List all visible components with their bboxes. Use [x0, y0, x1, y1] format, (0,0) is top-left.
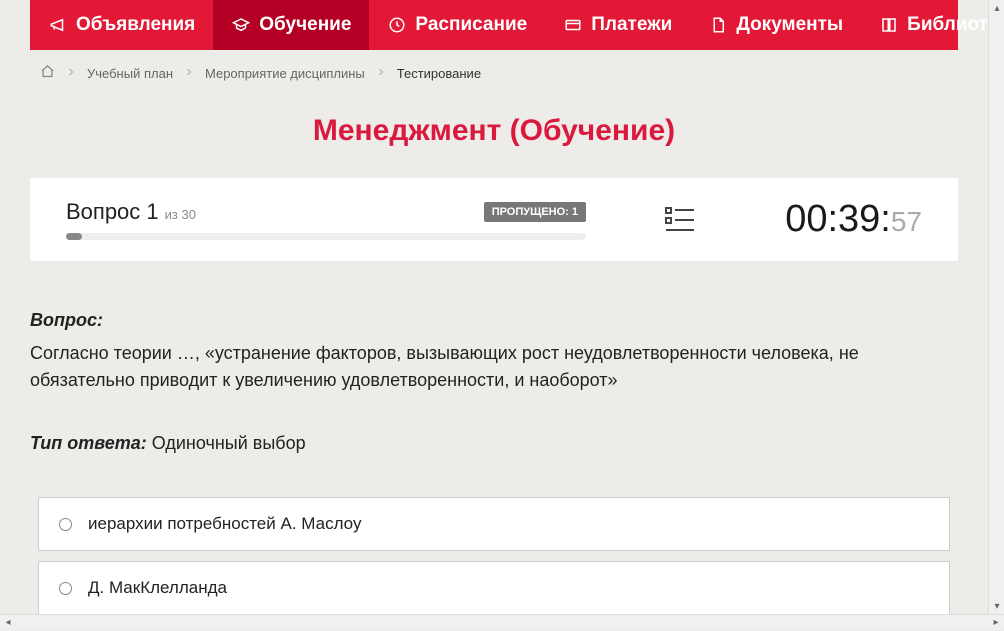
skipped-badge: ПРОПУЩЕНО: 1: [484, 202, 586, 222]
top-nav: Объявления Обучение Расписание Платежи Д…: [30, 0, 958, 50]
answer-option[interactable]: иерархии потребностей А. Маслоу: [38, 497, 950, 551]
question-of: из 30: [165, 207, 196, 222]
nav-label: Расписание: [415, 14, 527, 36]
answer-text: иерархии потребностей А. Маслоу: [88, 514, 361, 534]
question-text: Согласно теории …, «устранение факторов,…: [30, 340, 958, 394]
question-number: Вопрос 1: [66, 199, 159, 225]
status-bar: Вопрос 1 из 30 ПРОПУЩЕНО: 1 00:39:57: [30, 178, 958, 261]
home-icon[interactable]: [40, 64, 55, 82]
scroll-track[interactable]: [16, 615, 988, 630]
progress-fill: [66, 233, 82, 240]
book-icon: [879, 15, 899, 35]
breadcrumb-link[interactable]: Мероприятие дисциплины: [205, 66, 365, 81]
radio-icon[interactable]: [59, 582, 72, 595]
breadcrumb-link[interactable]: Учебный план: [87, 66, 173, 81]
timer-main: 00:39:: [785, 198, 891, 241]
progress-bar: [66, 233, 586, 240]
chevron-right-icon: [375, 66, 387, 81]
page-title: Менеджмент (Обучение): [30, 114, 958, 148]
question-heading: Вопрос:: [30, 307, 958, 334]
vertical-scrollbar[interactable]: ▴ ▾: [988, 0, 1004, 614]
scroll-left-arrow[interactable]: ◂: [0, 615, 16, 631]
breadcrumb-current: Тестирование: [397, 66, 481, 81]
question-list-icon[interactable]: [664, 204, 696, 236]
document-icon: [708, 15, 728, 35]
chevron-right-icon: [183, 66, 195, 81]
nav-item-library[interactable]: Библиотека: [861, 0, 988, 50]
answer-option[interactable]: Д. МакКлелланда: [38, 561, 950, 614]
scroll-right-arrow[interactable]: ▸: [988, 615, 1004, 631]
nav-label: Документы: [736, 14, 843, 36]
nav-item-documents[interactable]: Документы: [690, 0, 861, 50]
nav-item-schedule[interactable]: Расписание: [369, 0, 545, 50]
chevron-right-icon: [65, 66, 77, 81]
clock-icon: [387, 15, 407, 35]
question-body: Вопрос: Согласно теории …, «устранение ф…: [30, 307, 958, 457]
scroll-down-arrow[interactable]: ▾: [989, 598, 1004, 614]
answer-type-value: Одиночный выбор: [152, 433, 306, 453]
answer-list: иерархии потребностей А. Маслоу Д. МакКл…: [30, 497, 958, 614]
nav-label: Библиотека: [907, 14, 988, 36]
megaphone-icon: [48, 15, 68, 35]
answer-text: Д. МакКлелланда: [88, 578, 227, 598]
graduation-icon: [231, 15, 251, 35]
timer-seconds: 57: [891, 206, 922, 238]
breadcrumb: Учебный план Мероприятие дисциплины Тест…: [30, 50, 958, 96]
radio-icon[interactable]: [59, 518, 72, 531]
nav-label: Объявления: [76, 14, 195, 36]
card-icon: [563, 15, 583, 35]
nav-item-learning[interactable]: Обучение: [213, 0, 369, 50]
answer-type-label: Тип ответа:: [30, 433, 147, 453]
scroll-up-arrow[interactable]: ▴: [989, 0, 1004, 16]
nav-item-announcements[interactable]: Объявления: [30, 0, 213, 50]
nav-label: Обучение: [259, 14, 351, 36]
horizontal-scrollbar[interactable]: ◂ ▸: [0, 614, 1004, 630]
timer: 00:39:57: [785, 198, 922, 241]
nav-label: Платежи: [591, 14, 672, 36]
nav-item-payments[interactable]: Платежи: [545, 0, 690, 50]
scroll-track[interactable]: [989, 16, 1004, 598]
